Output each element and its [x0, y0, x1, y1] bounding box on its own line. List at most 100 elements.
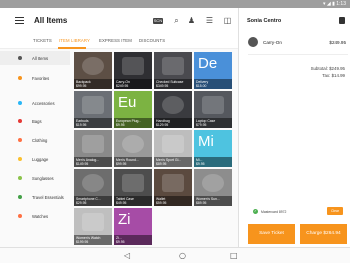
item-price: $59.95 — [156, 201, 167, 205]
item-image — [162, 174, 184, 192]
status-icons: ▾ ◢ ▮ 1:13 — [322, 1, 346, 7]
item-image — [162, 96, 184, 114]
item-image — [122, 57, 144, 75]
item-tile[interactable]: Handbag $129.95 — [154, 91, 192, 128]
panel-toggle-icon[interactable]: ◫ — [223, 16, 232, 25]
category-dot — [18, 176, 22, 180]
category-dot — [18, 119, 22, 123]
save-ticket-button[interactable]: Save Ticket — [248, 224, 295, 244]
item-image — [122, 174, 144, 192]
item-price: $49.95 — [116, 201, 127, 205]
home-icon[interactable]: ○ — [179, 251, 186, 260]
category-dot — [18, 195, 22, 199]
category-clothing[interactable]: Clothing — [0, 133, 70, 147]
ticket-line-item[interactable]: Carry-On $249.95 — [239, 36, 350, 50]
item-tile[interactable]: Wallet $59.95 — [154, 169, 192, 206]
item-tile[interactable]: Backpack $99.95 — [74, 52, 112, 89]
item-tile[interactable]: Smartphone C... $29.95 — [74, 169, 112, 206]
category-all-items[interactable]: All Items — [0, 51, 70, 65]
item-tile[interactable]: Carry-On $249.95 — [114, 52, 152, 89]
check-icon: ✓ — [253, 209, 258, 214]
item-tile[interactable]: Zi Zi... $9.95 — [114, 208, 152, 245]
item-tile[interactable]: Mi Mi... $9.95 — [194, 130, 232, 167]
list-view-icon[interactable]: ☰ — [205, 16, 214, 25]
category-label: All Items — [32, 55, 49, 61]
item-caption: Tablet Case $49.95 — [114, 196, 152, 206]
item-caption: Women's Watch $199.95 — [74, 235, 112, 245]
ticket-pane: Sonia Centro Carry-On $249.95 Subtotal: … — [238, 8, 350, 247]
search-icon[interactable]: ⌕ — [172, 16, 181, 25]
item-price: $9.95 — [116, 240, 125, 244]
tab-express-item[interactable]: EXPRESS ITEM — [99, 38, 132, 43]
item-caption: Laptop Case $79.95 — [194, 118, 232, 128]
item-price: $15.00 — [196, 84, 207, 88]
item-tile[interactable]: Earbuds $19.95 — [74, 91, 112, 128]
tab-bar: TICKETS ITEM LIBRARY EXPRESS ITEM DISCOU… — [0, 33, 238, 49]
ticket-totals: Subtotal: $249.95 Tax: $14.99 — [311, 66, 345, 79]
category-bags[interactable]: Bags — [0, 114, 70, 128]
item-caption: Earbuds $19.95 — [74, 118, 112, 128]
category-watches[interactable]: Watches — [0, 209, 70, 223]
item-tile[interactable]: Laptop Case $79.95 — [194, 91, 232, 128]
item-abbreviation: De — [198, 55, 218, 72]
item-caption: Carry-On $249.95 — [114, 79, 152, 89]
item-tile[interactable]: Checked Suitcase $349.95 — [154, 52, 192, 89]
category-favorites[interactable]: Favorites — [0, 71, 70, 85]
subtotal: Subtotal: $249.95 — [310, 66, 345, 71]
back-icon[interactable]: ◁ — [124, 251, 130, 260]
item-abbreviation: Eu — [118, 94, 137, 111]
customer-name: Sonia Centro — [247, 18, 282, 24]
item-price: $79.95 — [196, 123, 207, 127]
item-tile[interactable]: De Delivery $15.00 — [194, 52, 232, 89]
item-tile[interactable]: Eu European Plug... $9.95 — [114, 91, 152, 128]
divider — [248, 54, 348, 55]
user-icon[interactable]: ♟ — [187, 16, 196, 25]
item-tile[interactable]: Men's Round... $99.95 — [114, 130, 152, 167]
trash-icon[interactable] — [339, 17, 345, 24]
item-image — [82, 213, 104, 231]
item-abbreviation: Zi — [118, 211, 131, 228]
item-price: $149.95 — [76, 162, 89, 166]
category-dot — [18, 214, 22, 218]
item-abbreviation: Mi — [198, 133, 214, 150]
item-caption: Women's Sun... $89.95 — [194, 196, 232, 206]
android-nav-bar: ◁ ○ □ — [0, 247, 350, 263]
item-caption: European Plug... $9.95 — [114, 118, 152, 128]
category-dot — [18, 76, 22, 80]
tab-discounts[interactable]: DISCOUNTS — [139, 38, 165, 43]
category-label: Clothing — [32, 137, 48, 143]
item-tile[interactable]: Men's Analog... $149.95 — [74, 130, 112, 167]
item-tile[interactable]: Men's Sport Gl... $89.95 — [154, 130, 192, 167]
item-caption: Men's Round... $99.95 — [114, 157, 152, 167]
item-caption: Mi... $9.95 — [194, 157, 232, 167]
menu-icon[interactable] — [15, 17, 24, 24]
category-sunglasses[interactable]: Sunglasses — [0, 171, 70, 185]
item-price: $89.95 — [156, 162, 167, 166]
item-tile[interactable]: Women's Watch $199.95 — [74, 208, 112, 245]
category-luggage[interactable]: Luggage — [0, 152, 70, 166]
category-travel-essentials[interactable]: Travel Essentials — [0, 190, 70, 204]
item-price: $349.95 — [156, 84, 169, 88]
line-item-name: Carry-On — [263, 40, 282, 45]
charge-button[interactable]: Charge $264.94 — [300, 224, 347, 244]
item-price: $99.95 — [76, 84, 87, 88]
category-accessories[interactable]: Accessories — [0, 96, 70, 110]
category-dot — [18, 56, 22, 60]
page-title: All Items — [34, 16, 68, 25]
item-price: $129.95 — [156, 123, 169, 127]
tab-item-library[interactable]: ITEM LIBRARY — [59, 38, 90, 43]
clear-button[interactable]: Clear — [327, 207, 343, 215]
recent-apps-icon[interactable]: □ — [230, 251, 238, 260]
payment-row: ✓ Mastercard 8972 Clear — [239, 207, 350, 217]
item-price: $29.95 — [76, 201, 87, 205]
tab-tickets[interactable]: TICKETS — [33, 38, 52, 43]
barcode-scan-button[interactable]: SCN — [153, 18, 163, 24]
item-tile[interactable]: Women's Sun... $89.95 — [194, 169, 232, 206]
item-tile[interactable]: Tablet Case $49.95 — [114, 169, 152, 206]
item-image — [162, 57, 184, 75]
item-price: $199.95 — [76, 240, 89, 244]
item-image — [122, 135, 144, 153]
category-label: Bags — [32, 118, 42, 124]
item-price: $19.95 — [76, 123, 87, 127]
item-image — [82, 135, 104, 153]
